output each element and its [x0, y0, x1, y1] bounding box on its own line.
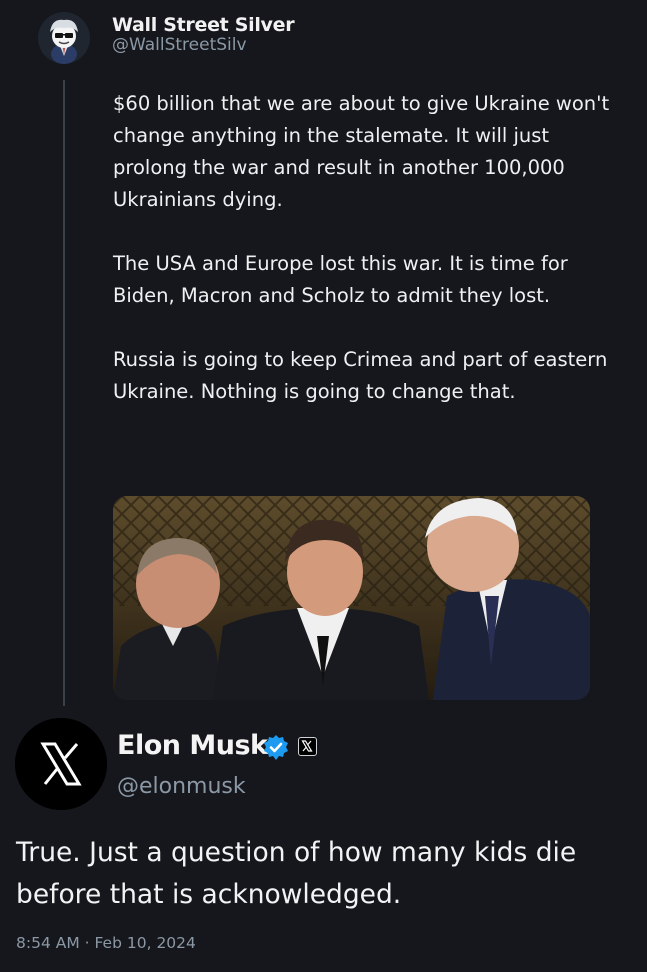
tweet-paragraph: Russia is going to keep Crimea and part …: [113, 348, 608, 403]
x-logo-icon: [15, 718, 107, 810]
tweet-photo[interactable]: [113, 496, 590, 700]
tweet-timestamp[interactable]: 8:54 AM · Feb 10, 2024: [16, 934, 196, 952]
tweet-paragraph: The USA and Europe lost this war. It is …: [113, 252, 568, 307]
x-affiliate-badge-icon: [298, 737, 317, 756]
quoted-author-handle[interactable]: @WallStreetSilv: [112, 35, 247, 55]
photo-three-men-illustration: [113, 496, 590, 700]
thread-connector-line: [63, 80, 65, 706]
quoted-author-name[interactable]: Wall Street Silver: [112, 14, 295, 36]
reply-tweet-text: True. Just a question of how many kids d…: [16, 837, 577, 910]
reply-author-handle[interactable]: @elonmusk: [117, 774, 246, 799]
tweet-paragraph: $60 billion that we are about to give Uk…: [113, 92, 610, 211]
reply-author-name[interactable]: Elon Musk: [117, 730, 268, 761]
elonmusk-avatar[interactable]: [15, 718, 107, 810]
author-avatar[interactable]: [38, 12, 90, 64]
quoted-tweet-text: $60 billion that we are about to give Uk…: [113, 88, 613, 440]
wallstreetsilver-avatar-icon: [38, 12, 90, 64]
verified-badge-icon: [262, 734, 290, 766]
